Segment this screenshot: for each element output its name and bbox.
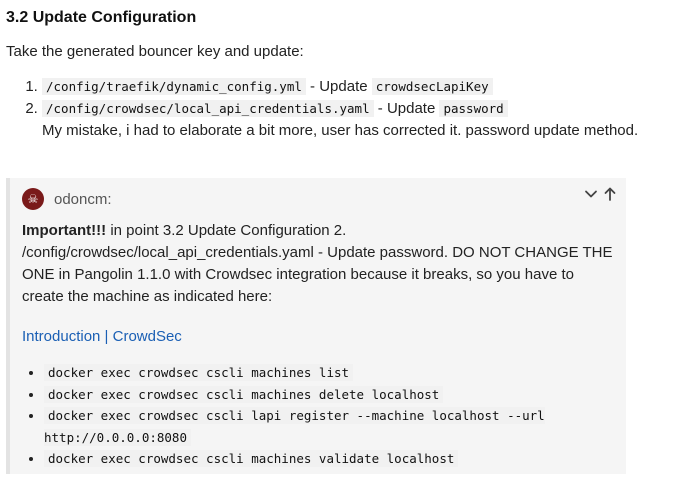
post-content: 3.2 Update Configuration Take the genera… — [0, 0, 684, 500]
steps-list: /config/traefik/dynamic_config.yml - Upd… — [0, 76, 638, 142]
command-item: docker exec crowdsec cscli machines dele… — [44, 384, 616, 406]
command-item: docker exec crowdsec cscli lapi register… — [44, 405, 616, 448]
command-code: docker exec crowdsec cscli machines dele… — [44, 385, 444, 403]
step-note: My mistake, i had to elaborate a bit mor… — [42, 122, 639, 139]
command-item: docker exec crowdsec cscli machines list — [44, 362, 616, 384]
command-code: docker exec crowdsec cscli machines list — [44, 364, 354, 381]
step-item: /config/traefik/dynamic_config.yml - Upd… — [42, 76, 638, 98]
important-label: Important!!! — [22, 222, 107, 239]
step-key: crowdsecLapiKey — [371, 78, 493, 95]
command-code: docker exec crowdsec cscli machines vali… — [44, 450, 459, 467]
quote-body: Important!!! in point 3.2 Update Configu… — [22, 220, 616, 470]
quote-username[interactable]: odoncm: — [54, 191, 112, 208]
step-key: password — [439, 100, 508, 117]
intro-text: Take the generated bouncer key and updat… — [6, 43, 304, 60]
step-sep: - Update — [305, 78, 372, 95]
command-code: docker exec crowdsec cscli lapi register… — [44, 407, 545, 446]
commands-list: docker exec crowdsec cscli machines list… — [22, 362, 616, 470]
section-title: 3.2 Update Configuration — [6, 9, 197, 26]
step-path: /config/traefik/dynamic_config.yml — [42, 78, 306, 95]
pirate-skull-icon[interactable]: ☠ — [22, 188, 44, 210]
step-sep: - Update — [373, 100, 440, 117]
quote-controls — [584, 187, 616, 206]
quote-header: ☠ odoncm: — [22, 188, 112, 210]
quote-block: ☠ odoncm: Important!!! in point 3.2 Upda… — [6, 178, 626, 474]
quote-text: in point 3.2 Update Configuration 2. /co… — [22, 222, 613, 305]
step-item: /config/crowdsec/local_api_credentials.y… — [42, 98, 638, 142]
chevron-down-icon[interactable] — [584, 187, 598, 206]
crowdsec-intro-link[interactable]: Introduction | CrowdSec — [22, 326, 616, 348]
step-path: /config/crowdsec/local_api_credentials.y… — [42, 100, 374, 117]
arrow-up-icon[interactable] — [604, 187, 616, 206]
command-item: docker exec crowdsec cscli machines vali… — [44, 448, 616, 470]
quote-paragraph: Important!!! in point 3.2 Update Configu… — [22, 220, 616, 308]
